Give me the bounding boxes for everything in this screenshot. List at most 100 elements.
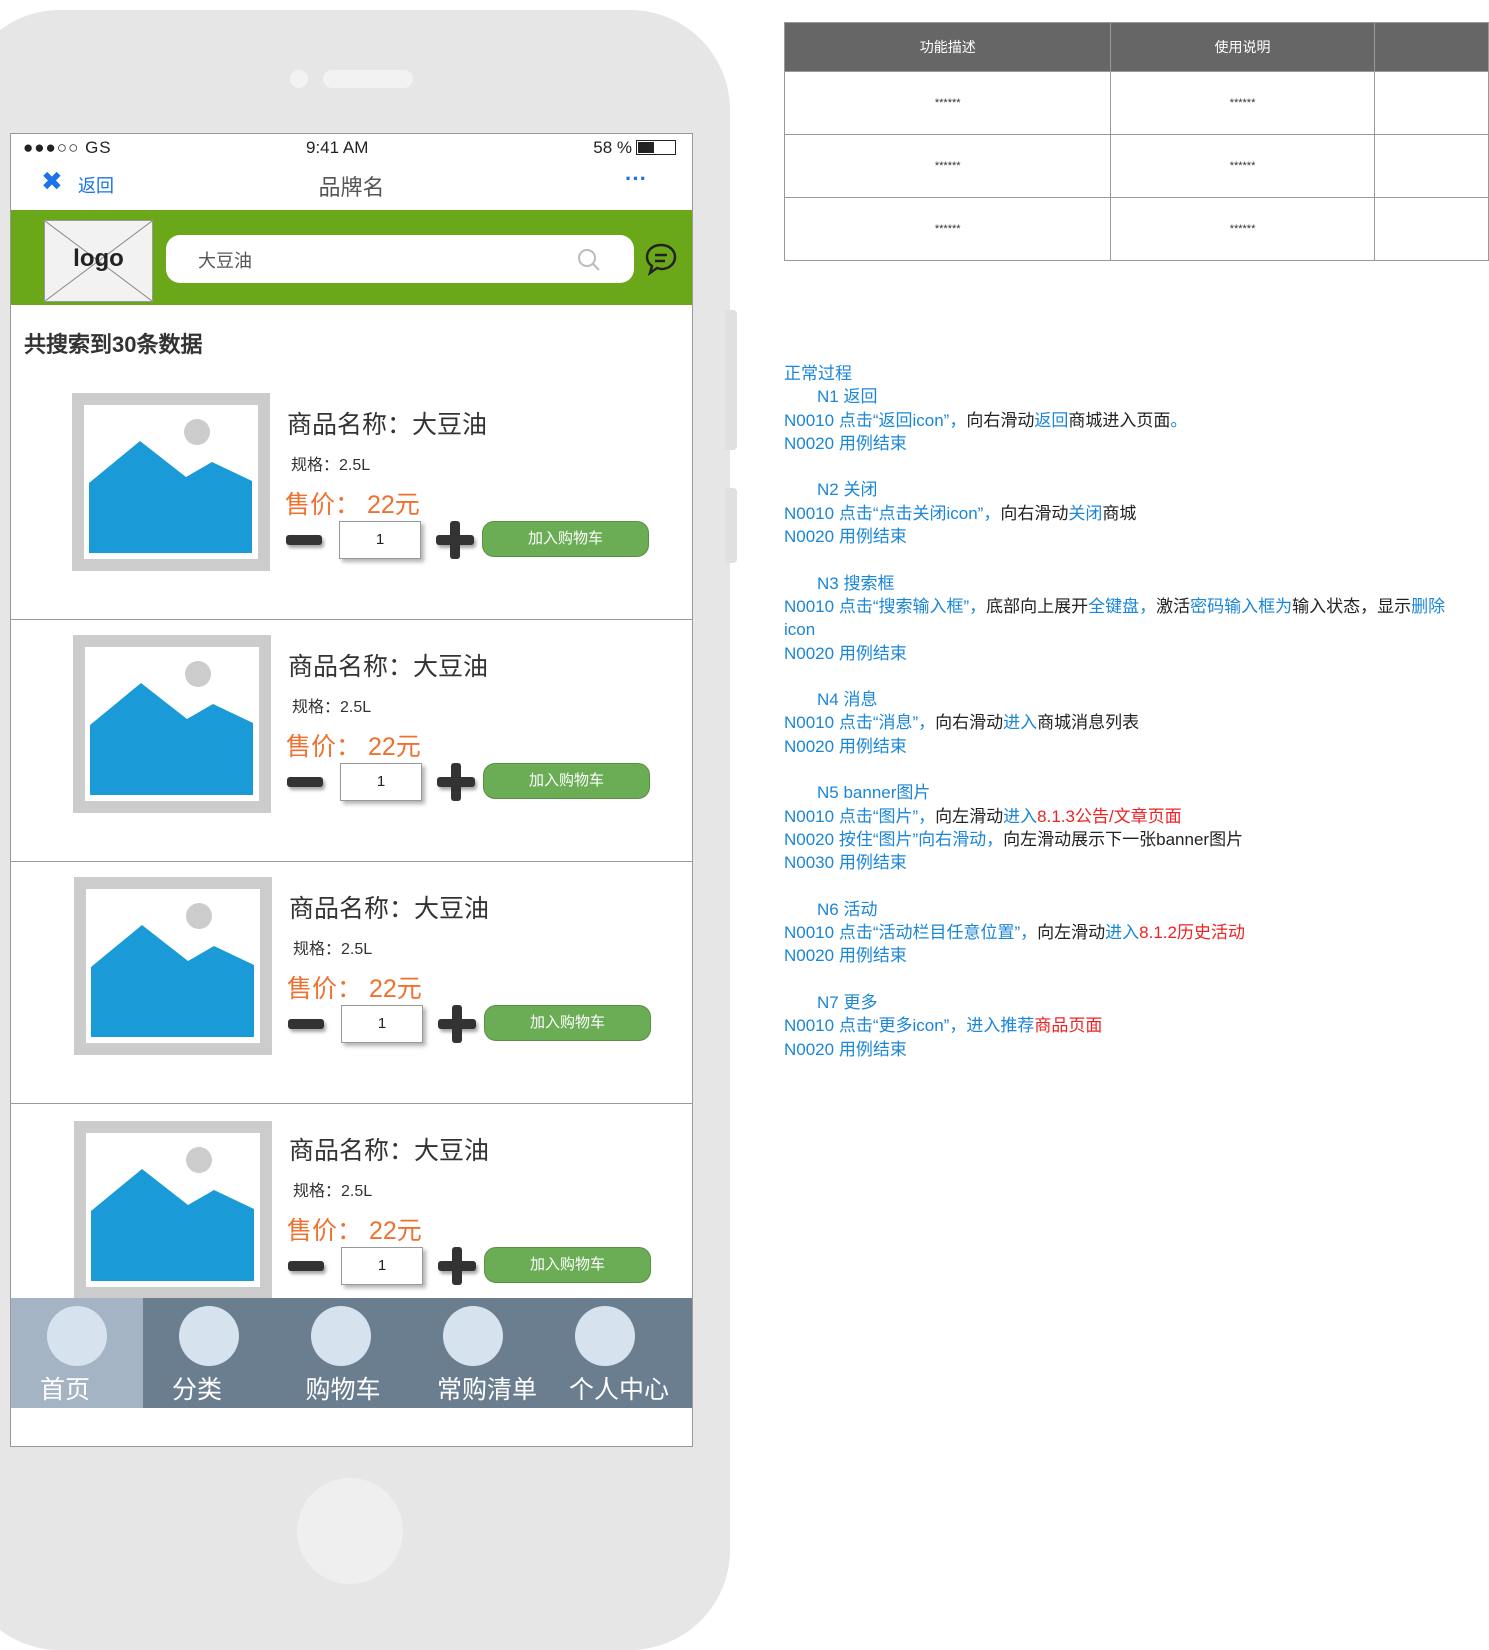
status-bar: ●●●○○ GS 9:41 AM 58 %: [11, 134, 692, 162]
tab-bar: 首页 分类 购物车 常购清单 个人中心: [11, 1298, 692, 1408]
result-count: 共搜索到30条数据: [24, 332, 203, 357]
table-row: ****** ******: [783, 134, 1489, 198]
tab-item[interactable]: 分类: [143, 1298, 275, 1408]
search-box[interactable]: [166, 235, 634, 283]
tab-label: 分类: [171, 1376, 222, 1404]
search-icon[interactable]: [576, 247, 602, 273]
search-input[interactable]: [196, 245, 560, 275]
notes-segment: 进入: [1003, 806, 1038, 826]
notes-line: N0030 用例结束: [784, 851, 1445, 874]
notes-line: N0020 按住“图片”向右滑动，向左滑动展示下一张banner图片: [784, 828, 1445, 851]
notes-segment: icon: [784, 620, 816, 640]
notes-spacer: [784, 875, 1445, 898]
search-header: logo: [11, 210, 692, 305]
decrease-qty-button[interactable]: [288, 1019, 324, 1029]
table-row: ****** ******: [783, 197, 1489, 261]
battery-percent: 58 %: [593, 138, 632, 157]
product-price: 售价： 22元: [286, 733, 421, 761]
notes-segment: 。: [1170, 410, 1188, 430]
product-image[interactable]: [72, 393, 270, 571]
notes-segment: N0010 点击“消息”，: [784, 713, 936, 733]
notes-section-title: N1 返回: [817, 387, 878, 407]
nav-bar: ✖ 返回 品牌名 ···: [11, 162, 692, 207]
use-case-notes: 正常过程 N1 返回 N0010 点击“返回icon”，向右滑动返回商城进入页面。 N…: [784, 362, 1445, 1061]
tab-item[interactable]: 常购清单: [407, 1298, 539, 1408]
notes-segment: N0020 用例结束: [784, 946, 907, 966]
table-header: 使用说明: [1110, 22, 1375, 72]
tab-item[interactable]: 首页: [11, 1298, 143, 1408]
tab-icon: [443, 1306, 503, 1366]
decrease-qty-button[interactable]: [286, 535, 322, 545]
notes-segment: 商城消息列表: [1037, 713, 1140, 733]
notes-section-title: N4 消息: [817, 690, 878, 710]
product-image[interactable]: [74, 1121, 272, 1299]
product-spec: 规格：2.5L: [291, 457, 371, 474]
notes-section-title: N2 关闭: [817, 480, 878, 500]
table-cell: ******: [783, 134, 1112, 198]
notes-segment: 向左滑动: [1037, 923, 1106, 943]
table-cell: [1373, 71, 1489, 135]
notes-spacer: [784, 548, 1445, 571]
notes-segment: N0020 用例结束: [784, 527, 907, 547]
decrease-qty-button[interactable]: [287, 777, 323, 787]
quantity-input[interactable]: [339, 521, 421, 559]
tab-item[interactable]: 购物车: [275, 1298, 407, 1408]
home-button[interactable]: [297, 1478, 403, 1584]
notes-line: N0020 用例结束: [784, 735, 1445, 758]
product-item[interactable]: 商品名称：大豆油 规格：2.5L 售价： 22元 加入购物车: [11, 861, 692, 1104]
product-spec: 规格：2.5L: [292, 699, 372, 716]
quantity-input[interactable]: [341, 1005, 423, 1043]
tab-icon: [311, 1306, 371, 1366]
add-to-cart-button[interactable]: 加入购物车: [484, 1247, 651, 1283]
product-item[interactable]: 商品名称：大豆油 规格：2.5L 售价： 22元 加入购物车: [11, 377, 692, 620]
quantity-input[interactable]: [340, 763, 422, 801]
product-name: 商品名称：大豆油: [289, 895, 490, 923]
add-to-cart-button[interactable]: 加入购物车: [482, 521, 649, 557]
add-to-cart-button[interactable]: 加入购物车: [483, 763, 650, 799]
table-header: 功能描述: [783, 22, 1112, 72]
increase-qty-button[interactable]: [438, 1247, 476, 1285]
table-cell: ******: [1110, 134, 1375, 198]
tab-item[interactable]: 个人中心: [539, 1298, 671, 1408]
notes-segment: 全键盘，: [1088, 596, 1157, 616]
notes-section-title: N3 搜索框: [817, 573, 895, 593]
product-price: 售价： 22元: [287, 1217, 422, 1245]
product-image[interactable]: [73, 635, 271, 813]
logo-text: logo: [73, 245, 124, 272]
tab-label: 首页: [39, 1376, 90, 1404]
notes-line: N0010 点击“更多icon”，进入推荐商品页面: [784, 1014, 1445, 1037]
status-time: 9:41 AM: [306, 138, 369, 157]
notes-line: N0010 点击“返回icon”，向右滑动返回商城进入页面。: [784, 409, 1445, 432]
decrease-qty-button[interactable]: [288, 1261, 324, 1271]
notes-segment: N0030 用例结束: [784, 853, 907, 873]
increase-qty-button[interactable]: [437, 763, 475, 801]
notes-segment: 关闭: [1068, 503, 1103, 523]
notes-segment: N0020 用例结束: [784, 736, 907, 756]
notes-segment: 底部向上展开: [986, 596, 1089, 616]
notes-segment: N0010 点击“返回icon”，: [784, 410, 967, 430]
notes-line: N0010 点击“点击关闭icon”，向右滑动关闭商城: [784, 502, 1445, 525]
quantity-input[interactable]: [341, 1247, 423, 1285]
tab-icon: [47, 1306, 107, 1366]
notes-spacer: [784, 758, 1445, 781]
more-button[interactable]: ···: [625, 166, 647, 192]
notes-line: N0020 用例结束: [784, 525, 1445, 548]
image-placeholder-icon: [89, 419, 252, 553]
notes-segment: N0020 用例结束: [784, 433, 907, 453]
increase-qty-button[interactable]: [436, 521, 474, 559]
notes-line: N0010 点击“活动栏目任意位置”，向左滑动进入8.1.2历史活动: [784, 921, 1445, 944]
add-to-cart-button[interactable]: 加入购物车: [484, 1005, 651, 1041]
product-name: 商品名称：大豆油: [287, 411, 488, 439]
table-row: ****** ******: [783, 71, 1489, 135]
notes-segment: 商城: [1102, 503, 1137, 523]
notes-segment: N0010 点击“点击关闭icon”，: [784, 503, 1001, 523]
notes-segment: N0020 按住“图片”向右滑动，: [784, 829, 1004, 849]
notes-segment: 向左滑动展示下一张banner图片: [1003, 829, 1244, 849]
increase-qty-button[interactable]: [438, 1005, 476, 1043]
message-icon[interactable]: [644, 242, 678, 276]
product-image[interactable]: [74, 877, 272, 1055]
product-item[interactable]: 商品名称：大豆油 规格：2.5L 售价： 22元 加入购物车: [11, 619, 692, 862]
product-spec: 规格：2.5L: [293, 941, 373, 958]
notes-spacer: [784, 665, 1445, 688]
page-title: 品牌名: [318, 175, 385, 200]
